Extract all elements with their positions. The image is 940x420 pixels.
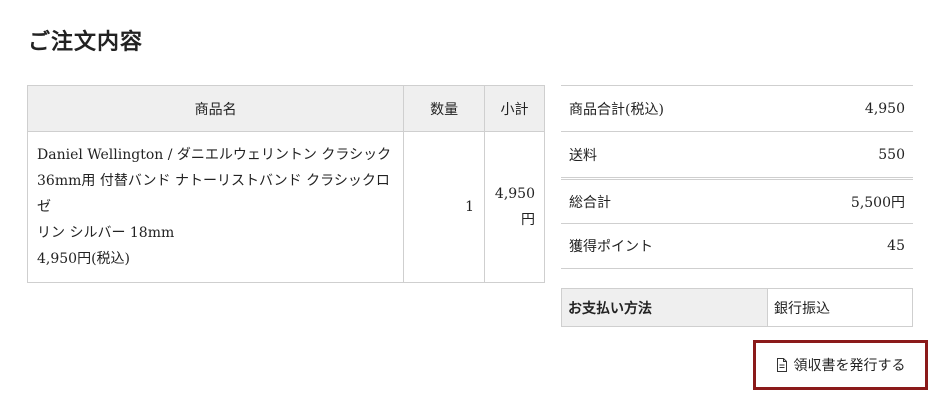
issue-receipt-button[interactable]: 領収書を発行する [753, 340, 928, 390]
issue-receipt-label: 領収書を発行する [793, 358, 906, 374]
payment-method-label: お支払い方法 [561, 288, 768, 327]
column-header-quantity: 数量 [403, 85, 485, 132]
summary-value: 5,500円 [850, 194, 905, 211]
item-price: 4,950円(税込) [37, 251, 131, 267]
summary-row-shipping: 送料 550 [561, 131, 913, 177]
item-subtotal-cell: 4,950 円 [484, 131, 545, 283]
summary-label: 送料 [569, 147, 597, 164]
order-summary: 商品合計(税込) 4,950 送料 550 総合計 5,500円 獲得ポイント … [561, 85, 913, 269]
summary-label: 商品合計(税込) [569, 101, 664, 118]
item-name-cell: Daniel Wellington / ダニエルウェリントン クラシック 36m… [26, 131, 405, 283]
summary-label: 総合計 [569, 194, 611, 211]
payment-method-value: 銀行振込 [767, 288, 913, 327]
payment-method-table: お支払い方法 銀行振込 [561, 288, 913, 327]
table-row: Daniel Wellington / ダニエルウェリントン クラシック 36m… [26, 131, 545, 283]
document-icon [776, 358, 787, 372]
summary-row-grand-total: 総合計 5,500円 [561, 177, 913, 223]
order-items-table: 商品名 数量 小計 Daniel Wellington / ダニエルウェリントン… [26, 85, 545, 283]
summary-row-points: 獲得ポイント 45 [561, 223, 913, 269]
summary-label: 獲得ポイント [569, 239, 653, 255]
item-name-line-3: リン シルバー 18mm [37, 225, 175, 241]
column-header-subtotal: 小計 [484, 85, 545, 132]
item-subtotal-unit: 円 [521, 212, 535, 228]
summary-row-product-total: 商品合計(税込) 4,950 [561, 85, 913, 131]
item-subtotal-amount: 4,950 [494, 186, 535, 202]
item-quantity: 1 [403, 131, 485, 283]
item-name-line-1: Daniel Wellington / ダニエルウェリントン クラシック [37, 147, 392, 163]
table-header-row: 商品名 数量 小計 [26, 85, 545, 132]
page-title: ご注文内容 [28, 29, 144, 55]
summary-value: 4,950 [864, 100, 905, 117]
summary-value: 550 [878, 146, 905, 163]
summary-value: 45 [887, 238, 905, 254]
column-header-name: 商品名 [26, 85, 405, 132]
item-name-line-2: 36mm用 付替バンド ナトーリストバンド クラシックロゼ [37, 173, 390, 215]
payment-row: お支払い方法 銀行振込 [561, 288, 913, 327]
